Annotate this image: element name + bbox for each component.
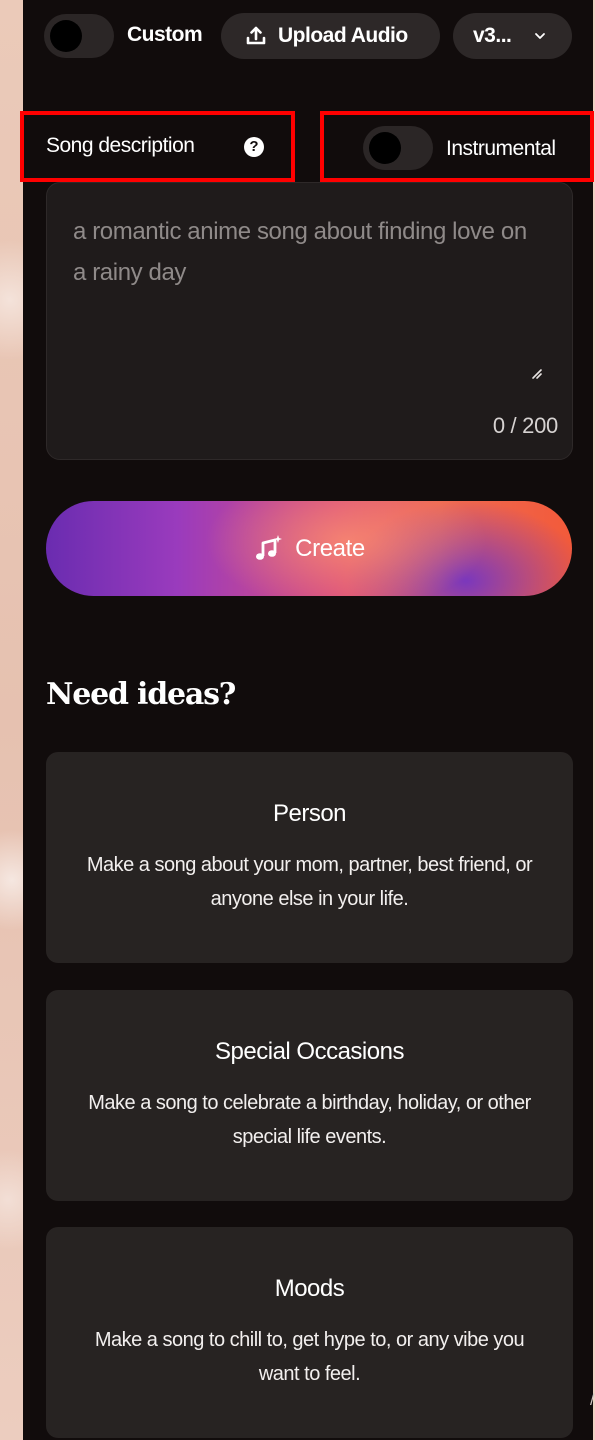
- chevron-down-icon: [533, 29, 547, 43]
- toggle-knob: [369, 132, 401, 164]
- idea-card-person[interactable]: Person Make a song about your mom, partn…: [46, 752, 573, 963]
- create-label: Create: [295, 534, 365, 562]
- resize-handle-icon[interactable]: [531, 367, 543, 379]
- upload-audio-button[interactable]: Upload Audio: [221, 13, 440, 59]
- toggle-knob: [50, 20, 82, 52]
- upload-icon: [245, 25, 267, 47]
- music-note-sparkle-icon: [253, 534, 283, 564]
- create-button[interactable]: Create: [46, 501, 572, 596]
- idea-card-description: Make a song to celebrate a birthday, hol…: [88, 1092, 531, 1148]
- instrumental-toggle[interactable]: [363, 126, 433, 170]
- idea-card-title: Special Occasions: [215, 1038, 404, 1065]
- upload-audio-label: Upload Audio: [278, 24, 408, 47]
- idea-card-title: Moods: [274, 1275, 345, 1302]
- idea-card-title: Person: [272, 800, 347, 827]
- model-version-label: v3...: [473, 24, 512, 47]
- idea-card-description: Make a song to chill to, get hype to, or…: [94, 1329, 525, 1385]
- instrumental-label: Instrumental: [446, 137, 556, 160]
- edge-mark: /: [590, 1392, 595, 1409]
- idea-card-moods[interactable]: Moods Make a song to chill to, get hype …: [46, 1227, 573, 1438]
- song-description-box: 0 / 200: [46, 182, 573, 460]
- model-version-select[interactable]: v3...: [453, 13, 572, 59]
- song-description-input[interactable]: [73, 211, 533, 351]
- idea-card-description: Make a song about your mom, partner, bes…: [86, 854, 533, 910]
- custom-mode-toggle[interactable]: [44, 14, 114, 58]
- character-counter: 0 / 200: [492, 413, 558, 438]
- question-circle-icon[interactable]: ?: [244, 137, 264, 157]
- idea-card-special-occasions[interactable]: Special Occasions Make a song to celebra…: [46, 990, 573, 1201]
- song-description-label: Song description: [46, 134, 195, 157]
- custom-label: Custom: [127, 23, 203, 46]
- ideas-title: Need ideas?: [46, 677, 236, 712]
